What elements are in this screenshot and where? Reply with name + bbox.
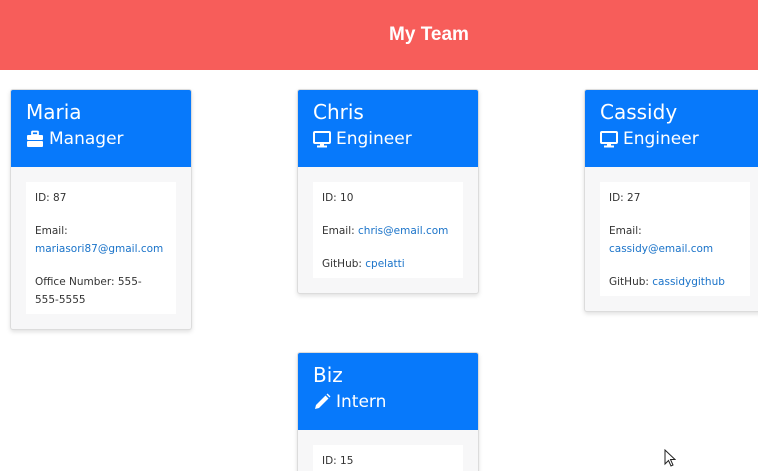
- github-label: GitHub:: [609, 276, 649, 288]
- github-field: GitHub: cassidygithub: [609, 273, 741, 291]
- card-body: ID: 10 Email: chris@email.com GitHub: cp…: [298, 167, 478, 293]
- employee-role: Manager: [26, 128, 191, 150]
- email-link[interactable]: cassidy@email.com: [609, 243, 713, 255]
- info-box: ID: 10 Email: chris@email.com GitHub: cp…: [313, 182, 463, 278]
- monitor-icon: [600, 130, 618, 148]
- employee-name: Cassidy: [600, 100, 678, 124]
- employee-role: Engineer: [600, 128, 758, 150]
- card-body: ID: 15: [298, 430, 478, 471]
- role-label: Engineer: [336, 129, 412, 149]
- employee-role: Engineer: [313, 128, 478, 150]
- page-header: My Team: [0, 0, 758, 70]
- pencil-icon: [313, 393, 331, 411]
- id-field: ID: 27: [609, 192, 641, 204]
- employee-card-manager: Maria Manager ID: 87 Email: mariasori87@…: [10, 89, 192, 330]
- monitor-icon: [313, 130, 331, 148]
- email-field: Email: cassidy@email.com: [609, 222, 741, 258]
- office-number-field: Office Number: 555-555-5555: [35, 276, 142, 306]
- employee-card-engineer: Cassidy Engineer ID: 27 Email: cassidy@e…: [584, 89, 758, 312]
- mouse-cursor-icon: [664, 449, 676, 467]
- employee-card-engineer: Chris Engineer ID: 10 Email: chris@email…: [297, 89, 479, 294]
- employee-name: Maria: [26, 100, 82, 124]
- github-link[interactable]: cpelatti: [365, 258, 404, 270]
- page-title: My Team: [389, 24, 469, 45]
- card-header: Chris Engineer: [298, 90, 478, 167]
- github-link[interactable]: cassidygithub: [652, 276, 725, 288]
- id-field: ID: 10: [322, 192, 354, 204]
- info-box: ID: 15: [313, 445, 463, 471]
- role-label: Intern: [336, 392, 387, 412]
- info-box: ID: 27 Email: cassidy@email.com GitHub: …: [600, 182, 750, 296]
- employee-card-intern: Biz Intern ID: 15: [297, 352, 479, 471]
- info-box: ID: 87 Email: mariasori87@gmail.com Offi…: [26, 182, 176, 314]
- github-label: GitHub:: [322, 258, 362, 270]
- email-label: Email:: [35, 225, 68, 237]
- github-field: GitHub: cpelatti: [322, 255, 454, 273]
- card-body: ID: 87 Email: mariasori87@gmail.com Offi…: [11, 167, 191, 329]
- briefcase-icon: [26, 130, 44, 148]
- employee-role: Intern: [313, 391, 478, 413]
- email-field: Email: mariasori87@gmail.com: [35, 222, 167, 258]
- employee-name: Chris: [313, 100, 364, 124]
- id-field: ID: 15: [322, 455, 354, 467]
- email-link[interactable]: mariasori87@gmail.com: [35, 243, 163, 255]
- card-header: Biz Intern: [298, 353, 478, 430]
- team-page: My Team Maria Manager ID: 87 Email: mari…: [0, 0, 758, 471]
- email-label: Email:: [322, 225, 355, 237]
- email-label: Email:: [609, 225, 642, 237]
- card-body: ID: 27 Email: cassidy@email.com GitHub: …: [585, 167, 758, 311]
- card-header: Cassidy Engineer: [585, 90, 758, 167]
- card-header: Maria Manager: [11, 90, 191, 167]
- email-link[interactable]: chris@email.com: [358, 225, 448, 237]
- role-label: Engineer: [623, 129, 699, 149]
- id-field: ID: 87: [35, 192, 67, 204]
- employee-name: Biz: [313, 363, 343, 387]
- role-label: Manager: [49, 129, 124, 149]
- email-field: Email: chris@email.com: [322, 222, 454, 240]
